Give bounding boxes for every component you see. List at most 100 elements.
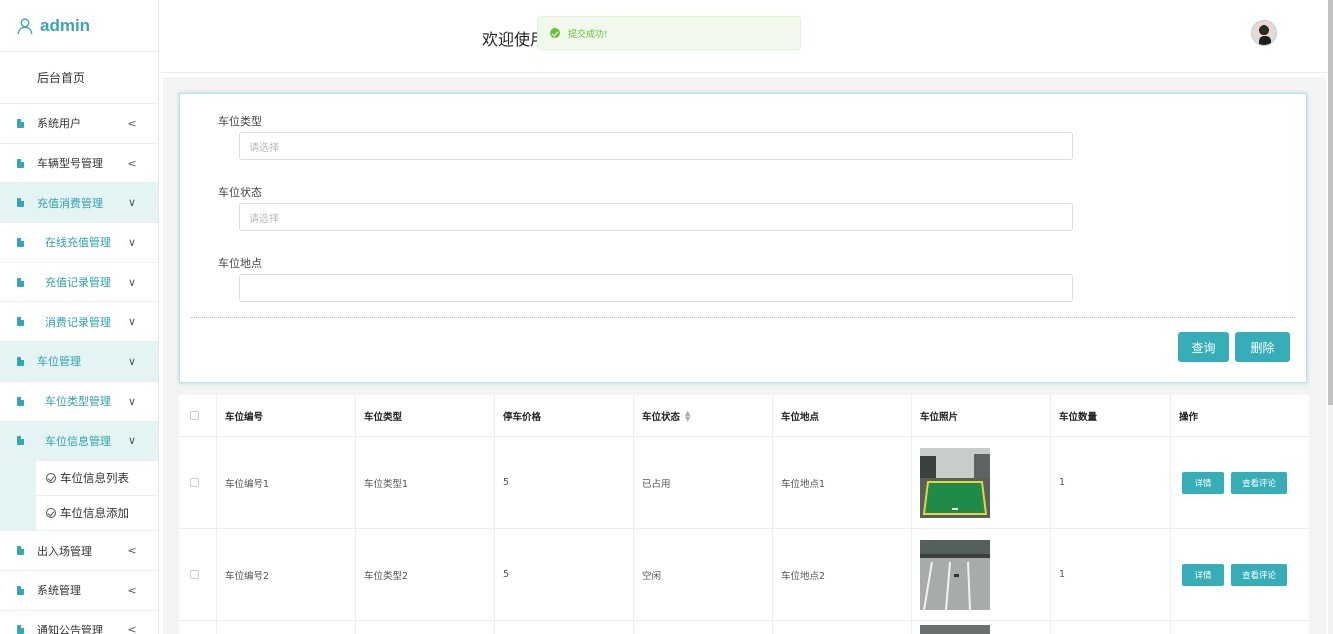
sidebar-item-label: 车辆型号管理 [37, 157, 103, 171]
chevron-down-icon: ∨ [127, 196, 137, 210]
column-header: 车位地点 [773, 395, 912, 436]
sidebar-item-home[interactable]: 后台首页 [0, 52, 158, 104]
document-icon [17, 317, 24, 327]
chevron-left-icon: < [127, 544, 137, 558]
cell-code: 车位编号1 [217, 437, 356, 528]
divider [191, 317, 1295, 318]
sidebar-item-online-recharge[interactable]: 在线充值管理 ∨ [0, 223, 158, 263]
type-select[interactable]: 请选择 [239, 132, 1073, 160]
column-header: 车位数量 [1051, 395, 1171, 436]
view-reviews-button[interactable]: 查看评论 [1231, 471, 1287, 494]
chevron-left-icon: < [127, 156, 137, 170]
avatar[interactable] [1251, 20, 1277, 46]
document-icon [17, 158, 24, 168]
column-header: 车位类型 [356, 395, 495, 436]
sidebar-item-system-management[interactable]: 系统管理 < [0, 571, 158, 611]
header-checkbox-cell [179, 395, 217, 436]
user-icon [17, 17, 33, 34]
query-button[interactable]: 查询 [1178, 332, 1229, 362]
row-checkbox[interactable] [190, 570, 199, 579]
cell-photo [912, 437, 1051, 528]
sidebar-item-parking-management[interactable]: 车位管理 ∨ [0, 342, 158, 382]
sidebar-item-label: 出入场管理 [37, 544, 92, 558]
cell-price [495, 621, 634, 634]
sidebar-item-label: 系统管理 [37, 584, 81, 598]
row-checkbox-cell [179, 621, 217, 634]
sidebar-item-recharge-consumption[interactable]: 充值消费管理 ∨ [0, 183, 158, 224]
table-header: 车位编号 车位类型 停车价格 车位状态 ▲ ▼ 车位地点 车位照片 车位数量 操作 [179, 395, 1309, 437]
sidebar-item-label: 车位信息管理 [45, 434, 111, 448]
sidebar-item-label: 系统用户 [37, 117, 81, 131]
sidebar-item-parking-add[interactable]: 车位信息添加 [36, 496, 158, 532]
cell-photo [912, 529, 1051, 620]
document-icon [17, 625, 24, 634]
cell-location: 车位地点1 [773, 437, 912, 528]
document-icon [17, 356, 24, 366]
view-reviews-button[interactable]: 查看评论 [1231, 563, 1287, 586]
detail-button[interactable]: 详情 [1182, 563, 1224, 586]
sidebar-item-label: 车位类型管理 [45, 395, 111, 409]
parking-photo[interactable] [920, 539, 990, 610]
chevron-down-icon: ∨ [127, 434, 137, 448]
column-header-sortable[interactable]: 车位状态 ▲ ▼ [634, 395, 773, 436]
scrollbar-thumb[interactable] [1328, 0, 1333, 405]
submenu-parking-info: 车位信息列表 车位信息添加 [0, 461, 158, 532]
cell-code: 车位编号2 [217, 529, 356, 620]
type-label: 车位类型 [218, 115, 262, 128]
sidebar-item-parking-info[interactable]: 车位信息管理 ∨ [0, 421, 158, 462]
sidebar-item-entry-exit[interactable]: 出入场管理 < [0, 531, 158, 571]
document-icon [17, 118, 24, 128]
parking-photo[interactable] [920, 625, 990, 634]
select-all-checkbox[interactable] [190, 411, 199, 420]
main-content: 车位类型 请选择 车位状态 请选择 车位地点 查询 删除 车位编号 车位类型 停… [163, 77, 1326, 634]
document-icon [17, 198, 24, 208]
sidebar-item-consumption-records[interactable]: 消费记录管理 ∨ [0, 302, 158, 343]
sidebar-item-recharge-records[interactable]: 充值记录管理 ∨ [0, 263, 158, 303]
sidebar-item-vehicle-models[interactable]: 车辆型号管理 < [0, 144, 158, 184]
chevron-left-icon: < [127, 623, 137, 634]
parking-photo[interactable] [920, 447, 990, 518]
document-icon [17, 237, 24, 247]
cell-price: 5 [495, 437, 634, 528]
sidebar-item-system-users[interactable]: 系统用户 < [0, 104, 158, 144]
chevron-down-icon: ∨ [127, 275, 137, 289]
detail-button[interactable]: 详情 [1182, 471, 1224, 494]
brand: admin [0, 0, 158, 52]
delete-button[interactable]: 删除 [1235, 332, 1290, 362]
sidebar-item-label: 通知公告管理 [37, 623, 103, 634]
success-toast: 提交成功! [537, 16, 801, 50]
page-scrollbar[interactable] [1328, 0, 1333, 634]
sidebar-item-parking-types[interactable]: 车位类型管理 ∨ [0, 382, 158, 422]
check-circle-icon [46, 508, 56, 519]
cell-quantity: 1 [1051, 529, 1171, 620]
search-form: 车位类型 请选择 车位状态 请选择 车位地点 查询 删除 [179, 93, 1307, 383]
sidebar-item-label: 车位管理 [37, 355, 81, 369]
sidebar-item-label: 车位信息列表 [60, 471, 129, 486]
sort-icon[interactable]: ▲ ▼ [685, 409, 690, 422]
cell-location: 车位地点2 [773, 529, 912, 620]
row-checkbox-cell [179, 437, 217, 528]
chevron-down-icon: ∨ [127, 354, 137, 368]
chevron-down-icon: ∨ [127, 315, 137, 329]
row-checkbox-cell [179, 529, 217, 620]
sidebar-item-label: 在线充值管理 [45, 236, 111, 250]
sidebar-item-label: 充值记录管理 [45, 276, 111, 290]
row-checkbox[interactable] [190, 478, 199, 487]
parking-table: 车位编号 车位类型 停车价格 车位状态 ▲ ▼ 车位地点 车位照片 车位数量 操作… [179, 395, 1309, 634]
cell-type: 车位类型1 [356, 437, 495, 528]
table-row [179, 621, 1309, 634]
cell-code [217, 621, 356, 634]
cell-photo [912, 621, 1051, 634]
column-header: 停车价格 [495, 395, 634, 436]
check-circle-icon [46, 473, 56, 484]
sidebar-item-label: 车位信息添加 [60, 506, 129, 521]
location-input[interactable] [239, 274, 1073, 302]
sidebar-item-parking-list[interactable]: 车位信息列表 [36, 461, 158, 497]
status-select[interactable]: 请选择 [239, 203, 1073, 231]
chevron-down-icon: ∨ [127, 235, 137, 249]
cell-quantity: 1 [1051, 437, 1171, 528]
sidebar-item-label: 充值消费管理 [37, 196, 103, 210]
cell-actions: 详情 查看评论 [1171, 529, 1309, 620]
sidebar-item-announcements[interactable]: 通知公告管理 < [0, 611, 158, 634]
document-icon [17, 277, 24, 287]
